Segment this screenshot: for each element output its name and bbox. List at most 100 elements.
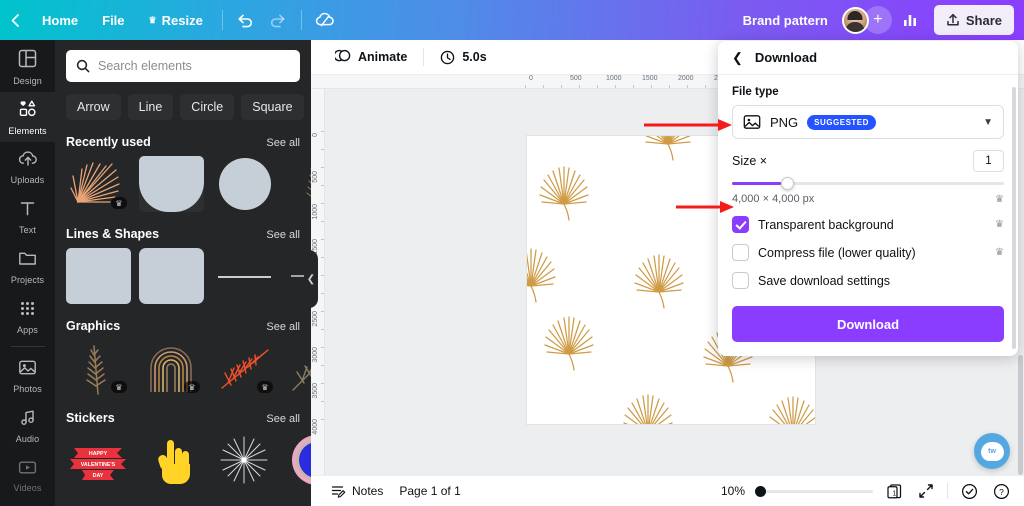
download-button[interactable]: Download bbox=[732, 306, 1004, 342]
design-icon bbox=[18, 49, 37, 73]
file-type-select[interactable]: PNG SUGGESTED ▼ bbox=[732, 105, 1004, 139]
thumb-valentines-banner[interactable]: HAPPY VALENTINE'S DAY bbox=[66, 432, 131, 488]
download-panel-scrollbar[interactable] bbox=[1012, 87, 1016, 349]
file-menu-button[interactable]: File bbox=[90, 0, 136, 40]
home-button[interactable]: Home bbox=[30, 0, 90, 40]
see-all-recently-used[interactable]: See all bbox=[266, 137, 300, 149]
section-title: Lines & Shapes bbox=[66, 227, 160, 241]
thumb-palm-leaf[interactable]: ♛ bbox=[66, 156, 131, 212]
editor-scrollbar[interactable] bbox=[1018, 355, 1023, 475]
redo-icon[interactable] bbox=[262, 4, 294, 36]
thumb-square[interactable] bbox=[66, 248, 131, 304]
thumb-pointing-hand[interactable] bbox=[139, 432, 204, 488]
thumb-circle-shape[interactable] bbox=[212, 156, 277, 212]
header-divider-1 bbox=[221, 10, 223, 30]
chevron-down-icon[interactable]: ▼ bbox=[983, 117, 993, 128]
save-download-settings-checkbox[interactable] bbox=[732, 272, 749, 289]
sidebar-label: Projects bbox=[10, 274, 45, 285]
thumb-tombstone-shape[interactable] bbox=[139, 156, 204, 212]
graphics-thumbs: ♛ ♛ ♛ bbox=[55, 340, 311, 396]
sidebar-item-elements[interactable]: Elements bbox=[0, 92, 55, 142]
thumb-red-palm-frond[interactable]: ♛ bbox=[212, 340, 277, 396]
sidebar-item-design[interactable]: Design bbox=[0, 42, 55, 92]
ruler-v-tick: 4000 bbox=[312, 419, 319, 435]
share-label: Share bbox=[965, 12, 1002, 28]
duration-button[interactable]: 5.0s bbox=[430, 43, 496, 71]
thumb-wheat-branch[interactable]: ♛ bbox=[66, 340, 131, 396]
avatar[interactable] bbox=[841, 6, 869, 34]
section-header-stickers: Stickers See all bbox=[55, 396, 311, 432]
sidebar-item-uploads[interactable]: Uploads bbox=[0, 142, 55, 192]
zoom-slider-knob[interactable] bbox=[755, 485, 766, 497]
share-button[interactable]: Share bbox=[933, 5, 1014, 35]
design-title[interactable]: Brand pattern bbox=[743, 13, 828, 28]
chip-arrow[interactable]: Arrow bbox=[66, 94, 121, 120]
chip-line[interactable]: Line bbox=[127, 94, 174, 120]
svg-text:VALENTINE'S: VALENTINE'S bbox=[81, 462, 116, 468]
see-all-lines-shapes[interactable]: See all bbox=[266, 229, 300, 241]
clock-icon bbox=[440, 50, 455, 65]
thumb-starburst[interactable] bbox=[212, 432, 277, 488]
check-circle-icon[interactable] bbox=[958, 480, 980, 502]
size-slider-fill bbox=[732, 182, 781, 185]
crown-icon: ♛ bbox=[111, 381, 127, 393]
chat-help-icon[interactable]: tw bbox=[974, 433, 1010, 469]
stickers-thumbs: HAPPY VALENTINE'S DAY bbox=[55, 432, 311, 488]
chip-square[interactable]: Square bbox=[241, 94, 304, 120]
zoom-percent: 10% bbox=[720, 484, 745, 498]
projects-icon bbox=[18, 250, 37, 272]
ruler-v-tick: 0 bbox=[312, 133, 319, 137]
cloud-saved-icon[interactable] bbox=[309, 4, 341, 36]
pages-grid-icon[interactable]: 1 bbox=[883, 480, 905, 502]
thumb-branch-leaf[interactable]: ❯ bbox=[285, 156, 311, 212]
sidebar-item-text[interactable]: Text bbox=[0, 192, 55, 242]
resize-button[interactable]: ♛ Resize bbox=[137, 0, 215, 40]
ruler-v-tick: 1000 bbox=[312, 204, 319, 220]
size-slider-knob[interactable] bbox=[780, 176, 794, 190]
thumb-blue-badge[interactable]: ❯ bbox=[285, 432, 311, 488]
thumb-line[interactable] bbox=[212, 248, 277, 304]
animate-button[interactable]: Animate bbox=[325, 43, 417, 71]
sidebar-item-apps[interactable]: Apps bbox=[0, 292, 55, 342]
search-input[interactable]: Search elements bbox=[66, 50, 300, 82]
search-placeholder: Search elements bbox=[98, 59, 192, 73]
thumb-rounded-square[interactable] bbox=[139, 248, 204, 304]
thumb-olive-branch[interactable]: ❯ bbox=[285, 340, 311, 396]
svg-text:?: ? bbox=[999, 486, 1004, 496]
size-slider[interactable] bbox=[732, 176, 1004, 190]
transparent-background-row: Transparent background ♛ bbox=[732, 216, 1004, 233]
search-icon bbox=[76, 59, 90, 73]
ruler-h-tick: 500 bbox=[570, 75, 582, 82]
elements-icon bbox=[18, 99, 37, 123]
bar-chart-icon[interactable] bbox=[894, 4, 926, 36]
see-all-graphics[interactable]: See all bbox=[266, 321, 300, 333]
section-title: Stickers bbox=[66, 411, 115, 425]
zoom-slider[interactable] bbox=[755, 485, 873, 497]
fullscreen-icon[interactable] bbox=[915, 480, 937, 502]
audio-icon bbox=[19, 409, 37, 431]
transparent-background-checkbox[interactable] bbox=[732, 216, 749, 233]
see-all-stickers[interactable]: See all bbox=[266, 413, 300, 425]
sidebar-item-photos[interactable]: Photos bbox=[0, 351, 55, 401]
chevron-left-icon[interactable]: ❮ bbox=[732, 50, 743, 66]
file-type-value: PNG bbox=[770, 114, 799, 130]
thumb-rainbow-arch[interactable]: ♛ bbox=[139, 340, 204, 396]
chevron-left-icon[interactable] bbox=[0, 0, 30, 40]
help-circle-icon[interactable]: ? bbox=[990, 480, 1012, 502]
sidebar-item-videos[interactable]: Videos bbox=[0, 451, 55, 501]
sidebar-item-projects[interactable]: Projects bbox=[0, 242, 55, 292]
notes-button[interactable]: Notes bbox=[323, 479, 391, 503]
collapse-panel-handle[interactable]: ❮ bbox=[304, 250, 318, 308]
duration-label: 5.0s bbox=[462, 50, 487, 64]
sidebar-label: Apps bbox=[17, 324, 38, 335]
size-multiplier-input[interactable]: 1 bbox=[973, 150, 1004, 172]
compress-file-row: Compress file (lower quality) ♛ bbox=[732, 244, 1004, 261]
save-download-settings-label: Save download settings bbox=[758, 273, 891, 288]
compress-file-checkbox[interactable] bbox=[732, 244, 749, 261]
undo-icon[interactable] bbox=[230, 4, 262, 36]
sidebar-item-audio[interactable]: Audio bbox=[0, 401, 55, 451]
chip-circle[interactable]: Circle bbox=[180, 94, 235, 120]
crown-icon: ♛ bbox=[257, 381, 273, 393]
header-right-group: Brand pattern + Share bbox=[743, 4, 1024, 36]
sidebar-label: Videos bbox=[13, 482, 42, 493]
